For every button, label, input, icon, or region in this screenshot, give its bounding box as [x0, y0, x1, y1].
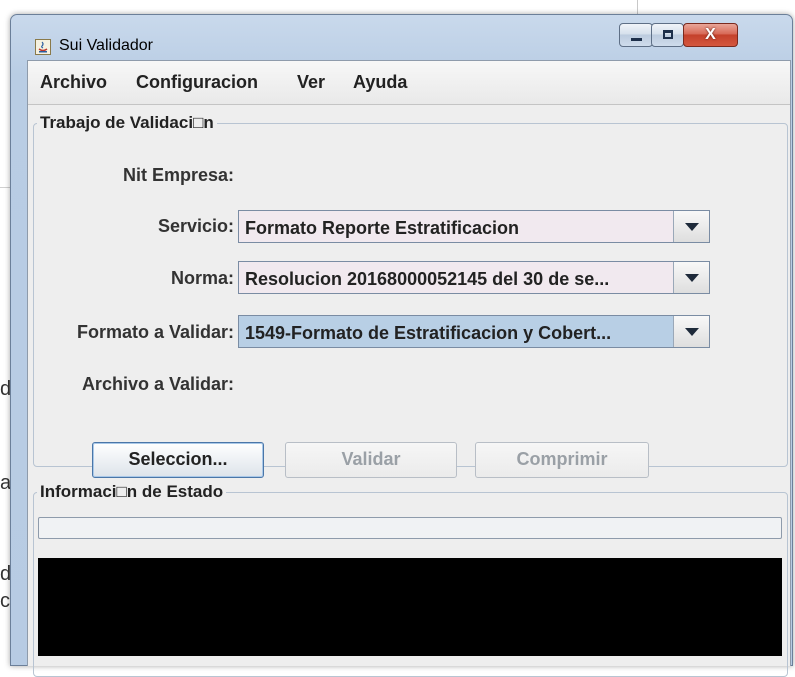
- servicio-selected-value: Formato Reporte Estratificacion: [245, 218, 520, 238]
- servicio-label: Servicio:: [157, 216, 234, 236]
- title-bar[interactable]: Sui Validador X: [11, 15, 792, 63]
- close-icon: X: [705, 26, 716, 43]
- norma-selected-value: Resolucion 20168000052145 del 30 de se..…: [245, 269, 610, 289]
- menu-ver[interactable]: Ver: [297, 72, 325, 93]
- informacion-estado-legend: Informaci□n de Estado: [40, 482, 224, 501]
- close-button[interactable]: X: [683, 23, 738, 47]
- menu-archivo[interactable]: Archivo: [40, 72, 107, 93]
- minimize-button[interactable]: [619, 23, 653, 47]
- chevron-down-icon: [685, 274, 699, 282]
- java-app-icon[interactable]: [35, 39, 51, 55]
- norma-label: Norma:: [170, 268, 234, 288]
- validar-button[interactable]: Validar: [285, 442, 457, 478]
- chevron-down-icon: [685, 223, 699, 231]
- norma-dropdown-button[interactable]: [673, 262, 709, 293]
- minimize-icon: [631, 38, 642, 41]
- formato-selected-value: 1549-Formato de Estratificacion y Cobert…: [245, 323, 612, 343]
- menu-configuracion[interactable]: Configuracion: [136, 72, 258, 93]
- trabajo-validacion-legend: Trabajo de Validaci□n: [40, 113, 214, 132]
- comprimir-button[interactable]: Comprimir: [475, 442, 649, 478]
- maximize-button[interactable]: [651, 23, 684, 47]
- window-title: Sui Validador: [59, 37, 153, 54]
- formato-validar-combo[interactable]: 1549-Formato de Estratificacion y Cobert…: [238, 315, 710, 348]
- norma-combo[interactable]: Resolucion 20168000052145 del 30 de se..…: [238, 261, 710, 294]
- formato-dropdown-button[interactable]: [673, 316, 709, 347]
- servicio-combo[interactable]: Formato Reporte Estratificacion: [238, 210, 710, 243]
- formato-validar-label: Formato a Validar:: [76, 322, 234, 342]
- background-text-fragment: c: [0, 590, 10, 612]
- seleccion-button[interactable]: Seleccion...: [92, 442, 264, 478]
- chevron-down-icon: [685, 328, 699, 336]
- nit-empresa-label: Nit Empresa:: [122, 165, 234, 185]
- status-progress-bar: [38, 517, 782, 539]
- status-console-output: [38, 558, 782, 656]
- menu-ayuda[interactable]: Ayuda: [353, 72, 407, 93]
- client-area: Archivo Configuracion Ver Ayuda Trabajo …: [27, 60, 791, 677]
- maximize-icon: [663, 30, 673, 39]
- archivo-validar-label: Archivo a Validar:: [81, 374, 234, 394]
- menu-bar: Archivo Configuracion Ver Ayuda: [28, 61, 790, 105]
- servicio-dropdown-button[interactable]: [673, 211, 709, 242]
